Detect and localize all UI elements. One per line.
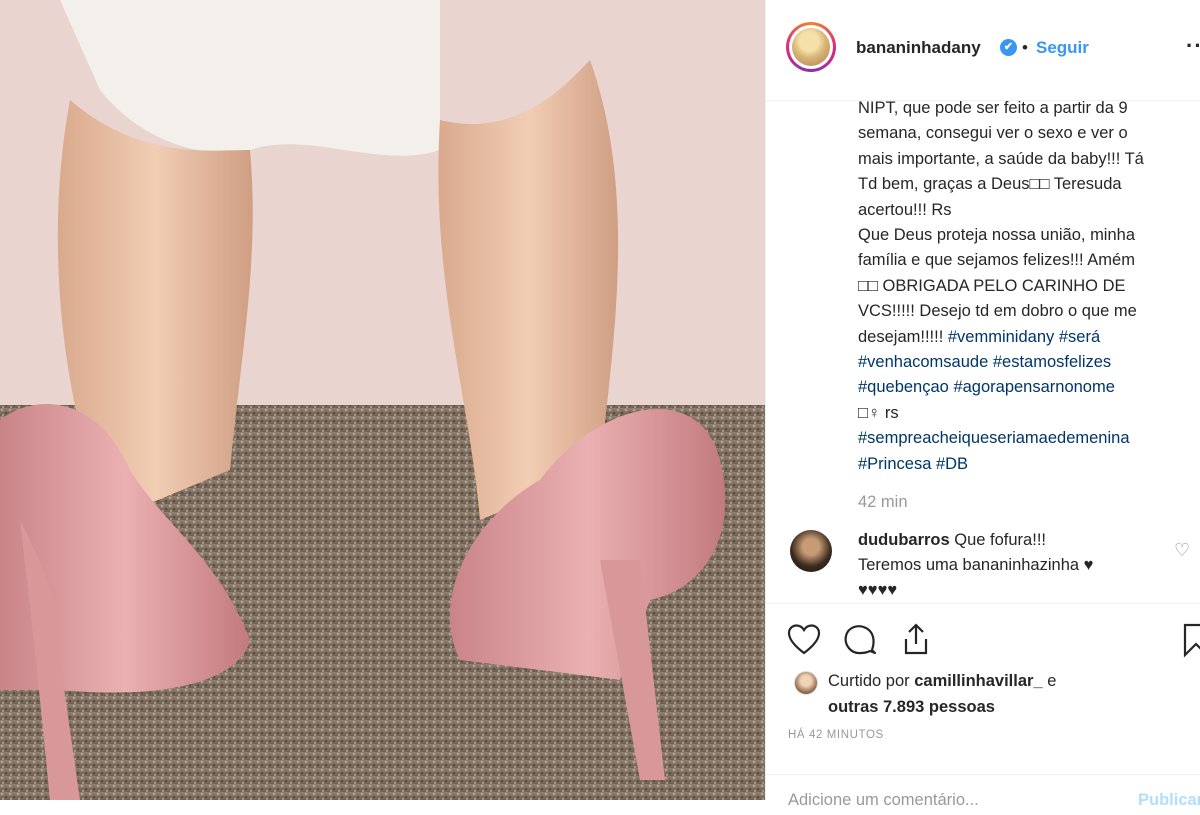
caption-line: □♀ rs: [858, 403, 899, 422]
author-username[interactable]: bananinhadany: [856, 38, 981, 58]
caption-line: #venhacomsaude #estamosfelizes: [858, 350, 1188, 375]
comment-text: Que fofura!!!: [954, 531, 1046, 549]
caption-line: Que Deus proteja nossa união, minha: [858, 226, 1136, 245]
baby-in-heels-image: [0, 0, 765, 800]
caption-line: #sempreacheiqueseriamaedemenina: [858, 426, 1188, 451]
publish-button[interactable]: Publicar: [1138, 791, 1200, 810]
hashtag-link[interactable]: #estamosfelizes: [993, 353, 1111, 371]
hashtag-link[interactable]: #quebençao: [858, 378, 949, 396]
post-header: bananinhadany ✔ • Seguir ··: [766, 0, 1200, 101]
share-icon[interactable]: [898, 622, 934, 658]
hashtag-link[interactable]: #Princesa: [858, 455, 931, 473]
caption-line: VCS!!!!! Desejo td em dobro o que me: [858, 302, 1137, 321]
likes-others-link[interactable]: outras 7.893 pessoas: [828, 698, 995, 716]
add-comment-input[interactable]: Adicione um comentário...: [788, 791, 979, 810]
follow-button[interactable]: Seguir: [1036, 38, 1089, 58]
add-comment-bar: Adicione um comentário... Publicar: [766, 774, 1200, 815]
posted-timestamp[interactable]: HÁ 42 MINUTOS: [788, 729, 884, 741]
caption-line: Td bem, graças a Deus□□ Teresuda: [858, 175, 1122, 194]
save-bookmark-icon[interactable]: [1178, 622, 1200, 658]
caption-time[interactable]: 42 min: [858, 493, 908, 512]
separator-dot: •: [1022, 38, 1028, 57]
author-avatar[interactable]: [786, 22, 836, 72]
hashtag-link[interactable]: #será: [1059, 328, 1100, 346]
post-side-panel: bananinhadany ✔ • Seguir ·· NIPT, que po…: [765, 0, 1200, 809]
caption-line: #Princesa #DB: [858, 452, 1188, 477]
post-actions: Curtido por camillinhavillar_ e outras 7…: [766, 603, 1200, 809]
caption-text: desejam!!!!!: [858, 327, 948, 346]
caption-line: desejam!!!!! #vemminidany #será: [858, 325, 1188, 350]
like-heart-icon[interactable]: [786, 622, 822, 658]
comment-text: ♥♥♥♥: [858, 581, 898, 599]
comment-bubble-icon[interactable]: [842, 622, 878, 658]
caption-line: semana, consegui ver o sexo e ver o: [858, 124, 1128, 143]
likes-summary: Curtido por camillinhavillar_ e outras 7…: [828, 668, 1158, 720]
caption-line: família e que sejamos felizes!!! Amém: [858, 251, 1135, 270]
caption-line: □□ OBRIGADA PELO CARINHO DE: [858, 276, 1126, 295]
liker-avatar[interactable]: [794, 671, 818, 695]
verified-badge-icon: ✔: [1000, 39, 1017, 56]
post-caption: NIPT, que pode ser feito a partir da 9 s…: [858, 96, 1188, 477]
comment-like-heart-icon[interactable]: ♡: [1174, 540, 1190, 561]
likes-prefix: Curtido por: [828, 672, 910, 690]
liker-username[interactable]: camillinhavillar_: [914, 672, 1042, 690]
comment-text: Teremos uma bananinhazinha ♥: [858, 556, 1094, 574]
caption-line: #quebençao #agorapensarnonome: [858, 375, 1188, 400]
comment-item: dudubarros Que fofura!!! Teremos uma ban…: [858, 528, 1158, 603]
post-photo[interactable]: [0, 0, 765, 800]
caption-line: NIPT, que pode ser feito a partir da 9: [858, 99, 1128, 117]
comment-username[interactable]: dudubarros: [858, 531, 950, 549]
hashtag-link[interactable]: #DB: [936, 455, 968, 473]
caption-line: acertou!!! Rs: [858, 200, 952, 219]
likes-suffix: e: [1047, 672, 1057, 690]
hashtag-link[interactable]: #vemminidany: [948, 328, 1054, 346]
more-options-icon[interactable]: ··: [1186, 33, 1200, 59]
hashtag-link[interactable]: #sempreacheiqueseriamaedemenina: [858, 429, 1130, 447]
hashtag-link[interactable]: #venhacomsaude: [858, 353, 988, 371]
hashtag-link[interactable]: #agorapensarnonome: [953, 378, 1114, 396]
caption-line: mais importante, a saúde da baby!!! Tá: [858, 149, 1144, 168]
commenter-avatar[interactable]: [790, 530, 832, 572]
